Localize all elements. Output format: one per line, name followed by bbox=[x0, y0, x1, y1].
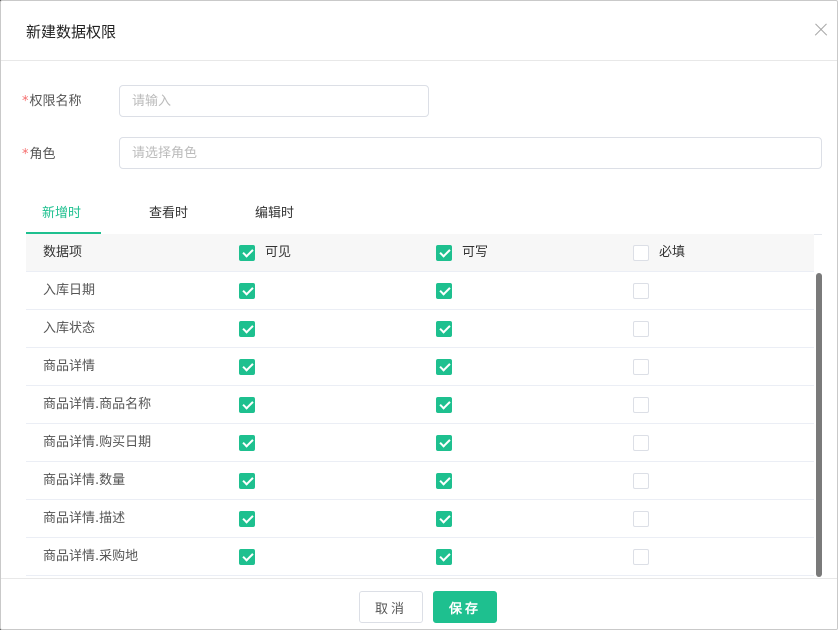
dialog-footer: 取消 保存 bbox=[1, 578, 837, 629]
required-mark: * bbox=[22, 94, 29, 109]
column-header-visible: 可见 bbox=[265, 245, 292, 260]
required-checkbox[interactable] bbox=[633, 511, 649, 527]
table-row: 商品详情.商品名称 bbox=[26, 386, 814, 424]
field-permission-table: 数据项 可见 可写 必填 入库日期 入库状态 商品详情 商品详情.商品名称 商品… bbox=[26, 234, 814, 578]
save-button[interactable]: 保存 bbox=[433, 591, 497, 623]
visible-checkbox[interactable] bbox=[239, 511, 255, 527]
writable-checkbox[interactable] bbox=[436, 549, 452, 565]
visible-checkbox[interactable] bbox=[239, 549, 255, 565]
visible-checkbox[interactable] bbox=[239, 473, 255, 489]
table-row: 商品详情.数量 bbox=[26, 462, 814, 500]
dialog-title: 新建数据权限 bbox=[26, 23, 117, 41]
writable-checkbox[interactable] bbox=[436, 435, 452, 451]
required-checkbox[interactable] bbox=[633, 283, 649, 299]
table-row: 入库日期 bbox=[26, 272, 814, 310]
row-field-name: 商品详情.商品名称 bbox=[43, 397, 152, 412]
visible-checkbox[interactable] bbox=[239, 435, 255, 451]
required-checkbox[interactable] bbox=[633, 321, 649, 337]
table-header-row: 数据项 可见 可写 必填 bbox=[26, 234, 814, 272]
writable-checkbox[interactable] bbox=[436, 283, 452, 299]
column-header-required: 必填 bbox=[659, 245, 686, 260]
row-field-name: 商品详情 bbox=[43, 359, 96, 374]
required-checkbox[interactable] bbox=[633, 473, 649, 489]
visible-checkbox[interactable] bbox=[239, 397, 255, 413]
permission-name-input[interactable] bbox=[119, 85, 429, 117]
required-mark: * bbox=[22, 147, 29, 162]
column-header-item: 数据项 bbox=[43, 245, 83, 260]
row-field-name: 商品详情.购买日期 bbox=[43, 435, 152, 450]
role-label-text: 角色 bbox=[29, 147, 56, 162]
permission-name-label: *权限名称 bbox=[22, 93, 82, 111]
visible-checkbox[interactable] bbox=[239, 283, 255, 299]
role-label: *角色 bbox=[22, 146, 56, 164]
table-row: 商品详情 bbox=[26, 348, 814, 386]
row-field-name: 入库日期 bbox=[43, 283, 96, 298]
tab-edit[interactable]: 编辑时 bbox=[255, 205, 294, 223]
table-scrollbar[interactable] bbox=[816, 273, 822, 577]
row-field-name: 商品详情.数量 bbox=[43, 473, 126, 488]
writable-checkbox[interactable] bbox=[436, 321, 452, 337]
writable-checkbox[interactable] bbox=[436, 473, 452, 489]
tab-view[interactable]: 查看时 bbox=[149, 205, 188, 223]
row-field-name: 商品详情.描述 bbox=[43, 511, 126, 526]
new-data-permission-dialog: 新建数据权限 *权限名称 *角色 新增时 查看时 编辑时 数据项 可见 可写 必… bbox=[0, 0, 838, 630]
row-field-name: 入库状态 bbox=[43, 321, 96, 336]
mode-tabs: 新增时 查看时 编辑时 bbox=[26, 197, 822, 235]
table-row: 商品详情.购买日期 bbox=[26, 424, 814, 462]
select-all-visible-checkbox[interactable] bbox=[239, 245, 255, 261]
writable-checkbox[interactable] bbox=[436, 511, 452, 527]
required-checkbox[interactable] bbox=[633, 359, 649, 375]
column-header-writable: 可写 bbox=[462, 245, 489, 260]
select-all-writable-checkbox[interactable] bbox=[436, 245, 452, 261]
required-checkbox[interactable] bbox=[633, 549, 649, 565]
cancel-button[interactable]: 取消 bbox=[359, 591, 423, 623]
table-row: 入库状态 bbox=[26, 310, 814, 348]
permission-name-label-text: 权限名称 bbox=[29, 94, 82, 109]
required-checkbox[interactable] bbox=[633, 435, 649, 451]
table-row: 商品详情.采购地 bbox=[26, 538, 814, 576]
writable-checkbox[interactable] bbox=[436, 359, 452, 375]
tab-create[interactable]: 新增时 bbox=[42, 205, 81, 223]
table-row: 商品详情.描述 bbox=[26, 500, 814, 538]
role-select[interactable] bbox=[119, 137, 822, 169]
visible-checkbox[interactable] bbox=[239, 359, 255, 375]
dialog-header: 新建数据权限 bbox=[1, 1, 837, 61]
visible-checkbox[interactable] bbox=[239, 321, 255, 337]
writable-checkbox[interactable] bbox=[436, 397, 452, 413]
select-all-required-checkbox[interactable] bbox=[633, 245, 649, 261]
required-checkbox[interactable] bbox=[633, 397, 649, 413]
row-field-name: 商品详情.采购地 bbox=[43, 549, 139, 564]
close-icon[interactable] bbox=[812, 21, 830, 39]
